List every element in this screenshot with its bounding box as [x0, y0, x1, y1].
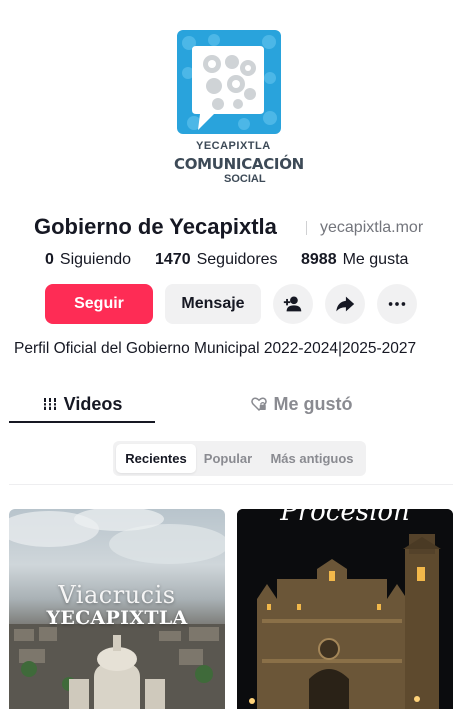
stat-followers[interactable]: 1470 Seguidores: [155, 251, 278, 269]
profile-actions: Seguir Mensaje: [0, 284, 459, 324]
more-icon: [388, 302, 406, 306]
add-friend-button[interactable]: [273, 284, 313, 324]
name-divider: [306, 221, 307, 235]
grid-lines-icon: [42, 396, 58, 412]
tab-videos-label: Videos: [63, 393, 123, 414]
heart-lock-icon: [250, 395, 268, 413]
video-title-line2: YECAPIXTLA: [46, 607, 188, 629]
sort-segmented-control: Recientes Popular Más antiguos: [113, 441, 366, 476]
yecapixtla-logo: [177, 30, 281, 134]
stat-followers-count: 1470: [155, 251, 191, 268]
active-tab-indicator: [9, 421, 155, 423]
video-thumbnail[interactable]: Procesión: [237, 509, 453, 709]
content-tabs: Videos Me gustó: [0, 386, 459, 426]
logo-text-social: SOCIAL: [224, 173, 266, 185]
sort-oldest[interactable]: Más antiguos: [261, 444, 363, 473]
share-icon: [336, 296, 355, 312]
tab-liked[interactable]: Me gustó: [228, 386, 374, 422]
profile-avatar[interactable]: YECAPIXTLA COMUNICACIÓN SOCIAL: [174, 28, 304, 188]
message-button[interactable]: Mensaje: [165, 284, 261, 324]
tab-liked-label: Me gustó: [273, 393, 353, 414]
stat-likes-label: Me gusta: [342, 251, 409, 268]
profile-display-name: Gobierno de Yecapixtla: [34, 214, 277, 239]
share-button[interactable]: [325, 284, 365, 324]
video-thumbnail[interactable]: Viacrucis YECAPIXTLA: [9, 509, 225, 709]
stat-following[interactable]: 0 Siguiendo: [45, 251, 131, 269]
stat-following-count: 0: [45, 251, 54, 268]
profile-bio: Perfil Oficial del Gobierno Municipal 20…: [14, 340, 417, 357]
section-divider: [9, 484, 453, 485]
stat-likes: 8988 Me gusta: [301, 251, 408, 269]
stat-followers-label: Seguidores: [196, 251, 278, 268]
stat-following-label: Siguiendo: [59, 251, 132, 268]
follow-button[interactable]: Seguir: [45, 284, 153, 324]
logo-text-yecapixtla: YECAPIXTLA: [196, 140, 271, 152]
sort-recent[interactable]: Recientes: [116, 444, 196, 473]
profile-username: yecapixtla.mor: [320, 219, 424, 236]
logo-text-comunicacion: COMUNICACIÓN: [174, 155, 304, 173]
more-options-button[interactable]: [377, 284, 417, 324]
tab-videos[interactable]: Videos: [9, 386, 155, 422]
sort-popular[interactable]: Popular: [199, 444, 257, 473]
add-friend-icon: [283, 296, 302, 312]
video-title: Procesión: [280, 509, 410, 527]
video-title-line1: Viacrucis: [58, 581, 176, 609]
stat-likes-count: 8988: [301, 251, 337, 268]
profile-stats: 0 Siguiendo 1470 Seguidores 8988 Me gusta: [0, 251, 459, 271]
procesion-scene: [237, 509, 453, 709]
